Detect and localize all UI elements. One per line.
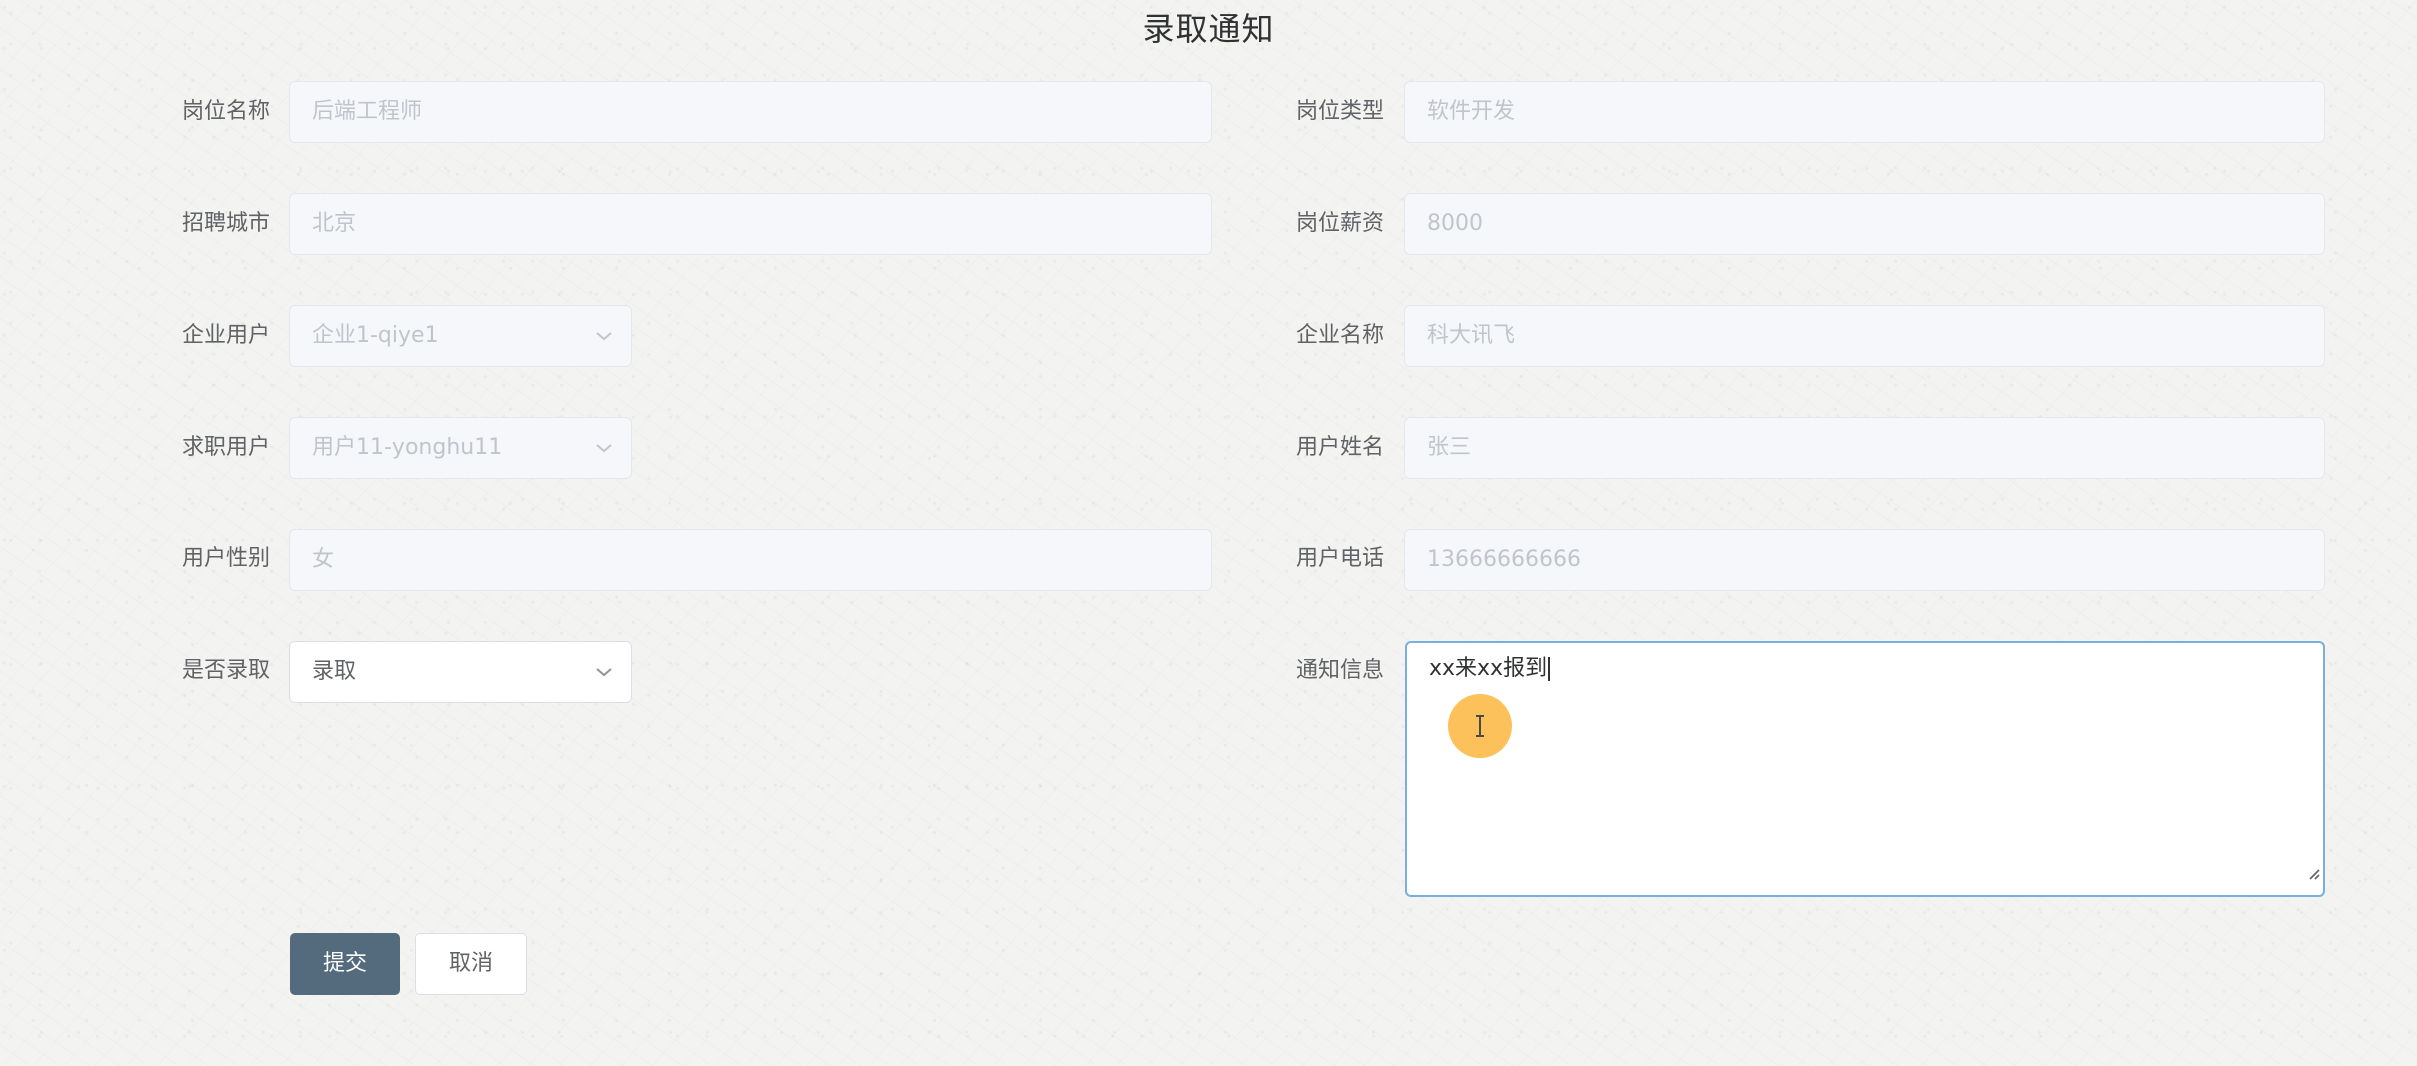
notice-label: 通知信息 — [1296, 658, 1385, 683]
company-user-value: 企业1-qiye1 — [312, 323, 439, 348]
admitted-select[interactable]: 录取 — [289, 641, 632, 703]
company-user-label: 企业用户 — [182, 323, 271, 348]
page-title: 录取通知 — [1142, 10, 1275, 48]
job-seeker-label: 求职用户 — [182, 435, 271, 460]
admitted-value: 录取 — [312, 659, 357, 684]
job-name-label: 岗位名称 — [182, 99, 271, 124]
job-type-value: 软件开发 — [1427, 99, 1516, 124]
salary-label: 岗位薪资 — [1296, 211, 1385, 236]
submit-button[interactable]: 提交 — [290, 933, 400, 995]
city-field: 北京 — [289, 193, 1212, 255]
job-type-field: 软件开发 — [1404, 81, 2325, 143]
company-name-value: 科大讯飞 — [1427, 323, 1516, 348]
city-value: 北京 — [312, 211, 357, 236]
salary-value: 8000 — [1427, 211, 1483, 236]
gender-label: 用户性别 — [182, 546, 271, 571]
user-name-value: 张三 — [1427, 435, 1472, 460]
city-label: 招聘城市 — [182, 211, 271, 236]
i-beam-cursor-icon — [1476, 715, 1484, 737]
phone-field: 13666666666 — [1404, 529, 2325, 591]
job-name-field: 后端工程师 — [289, 81, 1212, 143]
cancel-button[interactable]: 取消 — [415, 933, 527, 995]
admitted-label: 是否录取 — [182, 658, 271, 683]
company-name-label: 企业名称 — [1296, 323, 1385, 348]
job-seeker-select: 用户11-yonghu11 — [289, 417, 632, 479]
gender-value: 女 — [312, 547, 335, 572]
job-name-value: 后端工程师 — [312, 99, 423, 124]
phone-value: 13666666666 — [1427, 547, 1581, 572]
text-caret — [1548, 657, 1551, 681]
salary-field: 8000 — [1404, 193, 2325, 255]
company-user-select: 企业1-qiye1 — [289, 305, 632, 367]
company-name-field: 科大讯飞 — [1404, 305, 2325, 367]
job-type-label: 岗位类型 — [1296, 99, 1385, 124]
chevron-down-icon — [595, 306, 613, 366]
phone-label: 用户电话 — [1296, 546, 1385, 571]
user-name-field: 张三 — [1404, 417, 2325, 479]
job-seeker-value: 用户11-yonghu11 — [312, 435, 503, 460]
resize-handle-icon[interactable] — [2306, 856, 2320, 892]
chevron-down-icon — [595, 418, 613, 478]
notice-text: xx来xx报到 — [1429, 656, 1548, 681]
cursor-highlight — [1448, 694, 1512, 758]
user-name-label: 用户姓名 — [1296, 435, 1385, 460]
notice-textarea[interactable]: xx来xx报到 — [1405, 641, 2325, 897]
gender-field: 女 — [289, 529, 1212, 591]
chevron-down-icon[interactable] — [595, 642, 613, 702]
